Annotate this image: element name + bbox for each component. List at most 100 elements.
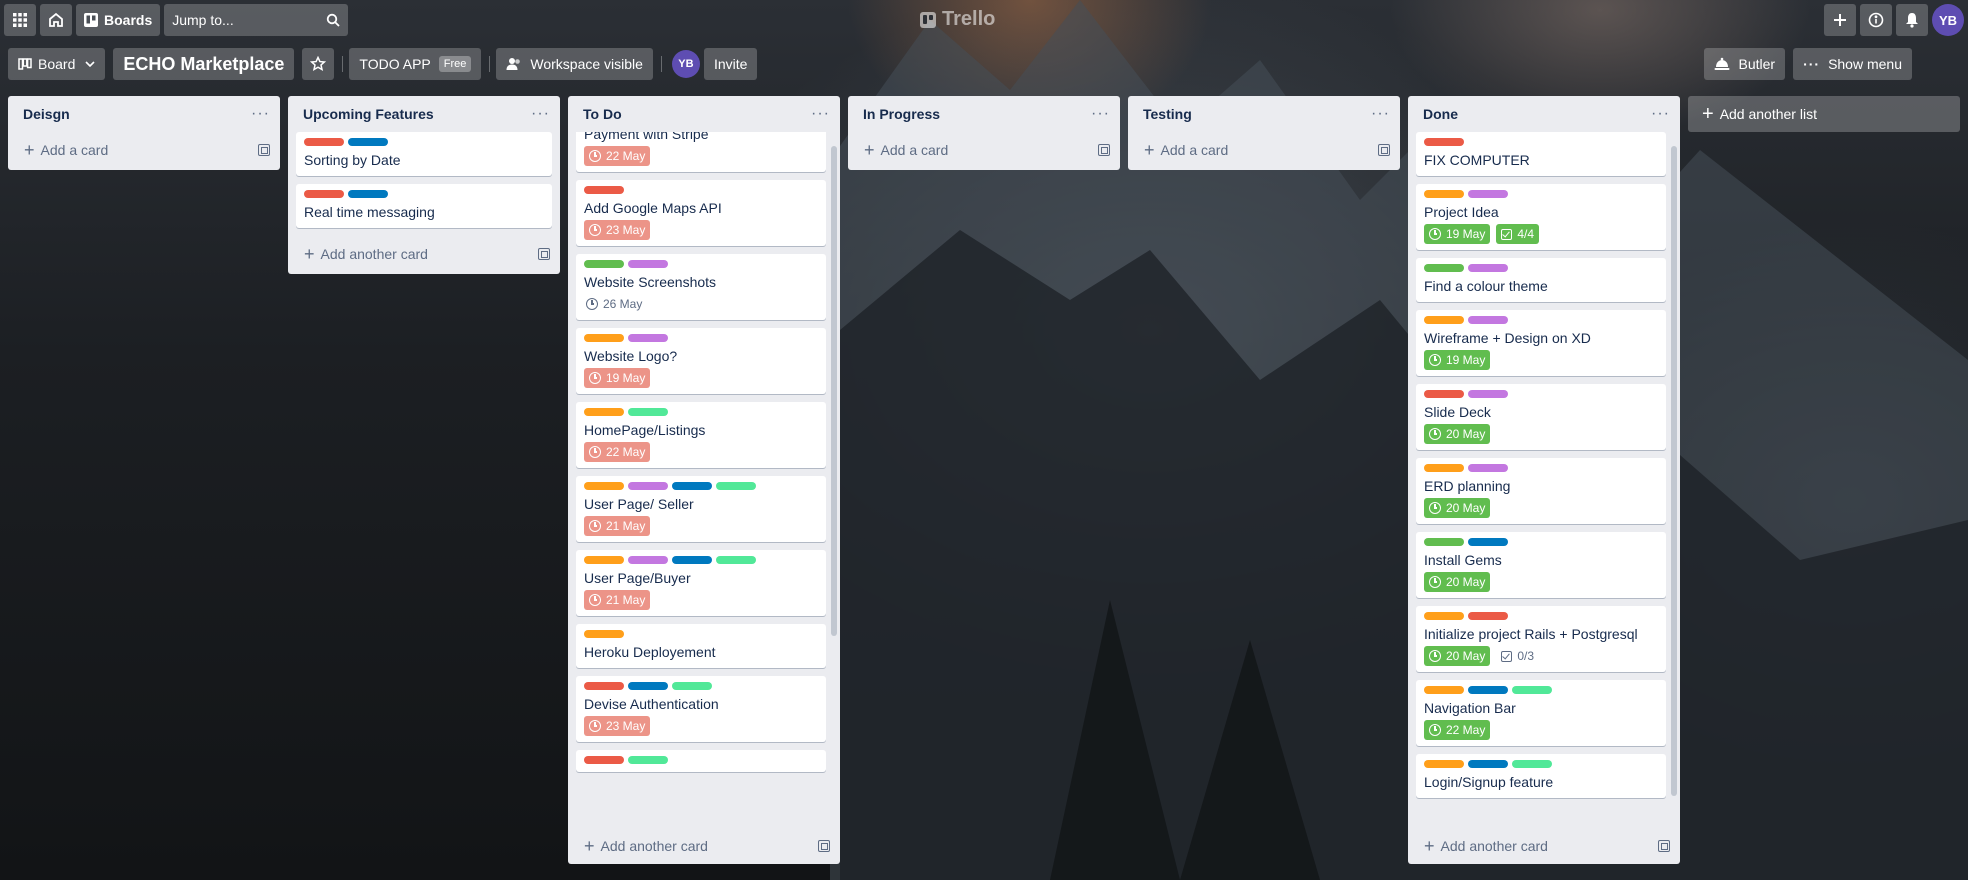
label-purple[interactable] (1468, 390, 1508, 398)
label-lime[interactable] (716, 556, 756, 564)
show-menu-button[interactable]: ··· Show menu (1793, 48, 1912, 80)
label-orange[interactable] (584, 556, 624, 564)
card[interactable] (576, 750, 826, 772)
due-date-badge[interactable]: 23 May (584, 220, 651, 240)
label-purple[interactable] (1468, 464, 1508, 472)
label-green[interactable] (1424, 264, 1464, 272)
due-date-badge[interactable]: 20 May (1424, 572, 1491, 592)
list-title[interactable]: Done (1423, 106, 1458, 122)
trello-logo[interactable]: Trello (920, 8, 995, 31)
add-card-button[interactable]: + Add a card (8, 132, 280, 168)
label-orange[interactable] (1424, 316, 1464, 324)
card[interactable]: Website Screenshots 26 May (576, 254, 826, 320)
create-from-template-icon[interactable] (258, 144, 270, 156)
label-purple[interactable] (628, 334, 668, 342)
card[interactable]: Login/Signup feature (1416, 754, 1666, 798)
label-purple[interactable] (1468, 190, 1508, 198)
list-menu-icon[interactable]: ··· (811, 105, 830, 123)
label-red[interactable] (304, 190, 344, 198)
label-purple[interactable] (628, 260, 668, 268)
card[interactable]: Payment with Stripe 22 May (576, 132, 826, 172)
label-purple[interactable] (1468, 264, 1508, 272)
apps-button[interactable] (4, 4, 36, 36)
card[interactable]: Website Logo? 19 May (576, 328, 826, 394)
card[interactable]: User Page/Buyer 21 May (576, 550, 826, 616)
label-lime[interactable] (1512, 686, 1552, 694)
label-red[interactable] (1424, 138, 1464, 146)
label-red[interactable] (1424, 390, 1464, 398)
label-blue[interactable] (1468, 686, 1508, 694)
label-orange[interactable] (1424, 190, 1464, 198)
label-red[interactable] (304, 138, 344, 146)
label-red[interactable] (584, 186, 624, 194)
list-menu-icon[interactable]: ··· (1091, 105, 1110, 123)
label-blue[interactable] (1468, 538, 1508, 546)
list-upcoming-features[interactable]: Upcoming Features ··· Sorting by Date Real … (288, 96, 560, 274)
due-date-badge[interactable]: 20 May (1424, 498, 1491, 518)
due-date-badge[interactable]: 21 May (584, 516, 651, 536)
card[interactable]: Initialize project Rails + Postgresql 20 … (1416, 606, 1666, 672)
card[interactable]: Slide Deck 20 May (1416, 384, 1666, 450)
due-date-badge[interactable]: 19 May (1424, 224, 1491, 244)
butler-button[interactable]: Butler (1704, 48, 1786, 80)
list-in-progress[interactable]: In Progress ··· + Add a card (848, 96, 1120, 170)
notifications-button[interactable] (1896, 4, 1928, 36)
due-date-badge[interactable]: 26 May (584, 294, 644, 314)
label-red[interactable] (1468, 612, 1508, 620)
list-title[interactable]: Upcoming Features (303, 106, 434, 122)
create-from-template-icon[interactable] (818, 840, 830, 852)
label-lime[interactable] (628, 756, 668, 764)
list-testing[interactable]: Testing ··· + Add a card (1128, 96, 1400, 170)
list-title[interactable]: Testing (1143, 106, 1192, 122)
home-button[interactable] (40, 4, 72, 36)
card[interactable]: Navigation Bar 22 May (1416, 680, 1666, 746)
list-to-do[interactable]: To Do ··· Payment with Stripe 22 May Add Goo… (568, 96, 840, 864)
due-date-badge[interactable]: 21 May (584, 590, 651, 610)
list-scrollbar[interactable] (1671, 146, 1677, 796)
avatar[interactable]: YB (1932, 4, 1964, 36)
add-card-button[interactable]: + Add another card (1408, 828, 1680, 864)
card[interactable]: Find a colour theme (1416, 258, 1666, 302)
star-button[interactable] (302, 48, 335, 80)
search-input[interactable]: Jump to... (164, 4, 349, 36)
list-menu-icon[interactable]: ··· (251, 105, 270, 123)
label-orange[interactable] (1424, 612, 1464, 620)
card[interactable]: ERD planning 20 May (1416, 458, 1666, 524)
due-date-badge[interactable]: 22 May (584, 442, 651, 462)
board-title[interactable]: ECHO Marketplace (113, 48, 295, 80)
label-orange[interactable] (584, 408, 624, 416)
card[interactable]: Real time messaging (296, 184, 552, 228)
card[interactable]: FIX COMPUTER (1416, 132, 1666, 176)
list-title[interactable]: Deisgn (23, 106, 70, 122)
due-date-badge[interactable]: 20 May (1424, 646, 1491, 666)
add-card-button[interactable]: + Add a card (848, 132, 1120, 168)
card[interactable]: Devise Authentication 23 May (576, 676, 826, 742)
create-from-template-icon[interactable] (1658, 840, 1670, 852)
boards-button[interactable]: Boards (76, 4, 161, 36)
card[interactable]: HomePage/Listings 22 May (576, 402, 826, 468)
create-from-template-icon[interactable] (538, 248, 550, 260)
label-orange[interactable] (1424, 464, 1464, 472)
label-green[interactable] (584, 260, 624, 268)
label-green[interactable] (1424, 538, 1464, 546)
list-done[interactable]: Done ··· FIX COMPUTER Project Idea 19 May 4/4… (1408, 96, 1680, 864)
label-orange[interactable] (1424, 686, 1464, 694)
label-blue[interactable] (672, 556, 712, 564)
add-card-button[interactable]: + Add another card (288, 236, 560, 272)
due-date-badge[interactable]: 19 May (1424, 350, 1491, 370)
card[interactable]: Project Idea 19 May 4/4 (1416, 184, 1666, 250)
due-date-badge[interactable]: 22 May (584, 146, 651, 166)
card[interactable]: Wireframe + Design on XD 19 May (1416, 310, 1666, 376)
label-blue[interactable] (628, 682, 668, 690)
label-orange[interactable] (1424, 760, 1464, 768)
card[interactable]: Heroku Deployement (576, 624, 826, 668)
list-menu-icon[interactable]: ··· (1371, 105, 1390, 123)
label-blue[interactable] (348, 190, 388, 198)
visibility-button[interactable]: Workspace visible (496, 48, 653, 80)
list-scrollbar[interactable] (831, 146, 837, 636)
invite-button[interactable]: Invite (703, 48, 758, 80)
due-date-badge[interactable]: 19 May (584, 368, 651, 388)
label-purple[interactable] (628, 482, 668, 490)
add-card-button[interactable]: + Add a card (1128, 132, 1400, 168)
due-date-badge[interactable]: 20 May (1424, 424, 1491, 444)
